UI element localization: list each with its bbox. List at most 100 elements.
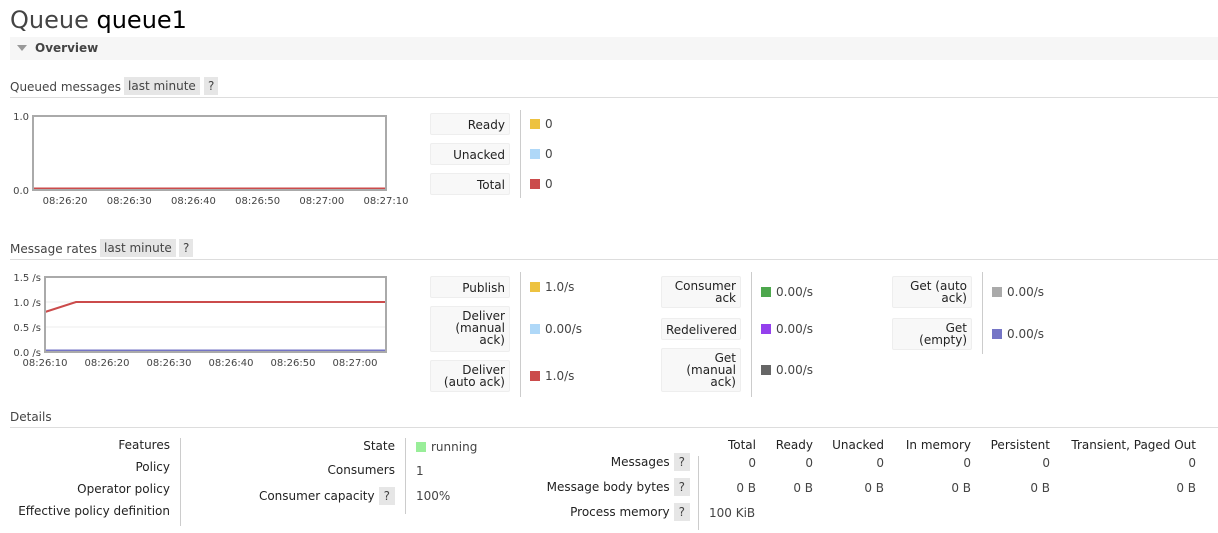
y-tick-label: 1.0 /s <box>13 298 41 309</box>
detail-label: Policy <box>135 460 170 474</box>
color-swatch-icon <box>530 179 540 189</box>
range-selector[interactable]: last minute <box>100 239 176 257</box>
row-label: Message body bytes? <box>547 478 690 496</box>
cell-value: 0 <box>876 456 884 470</box>
y-tick-label: 0.5 /s <box>13 323 41 334</box>
legend-value: 0.00/s <box>761 363 813 377</box>
legend-label: Total <box>430 173 510 195</box>
legend-value: 1.0/s <box>530 280 574 294</box>
legend-value: 0.00/s <box>761 285 813 299</box>
cell-value: 0 <box>1188 456 1196 470</box>
divider <box>405 438 406 514</box>
range-selector[interactable]: last minute <box>124 77 200 95</box>
divider <box>520 272 521 397</box>
x-tick-label: 08:26:40 <box>209 358 254 369</box>
detail-label: Effective policy definition <box>18 504 170 518</box>
y-tick-label: 1.5 /s <box>13 273 41 284</box>
row-label: Messages? <box>611 453 690 471</box>
status-indicator-icon <box>416 442 426 452</box>
legend-value: 0.00/s <box>530 322 582 336</box>
legend-value: 0 <box>530 147 553 161</box>
legend-value: 0.00/s <box>992 327 1044 341</box>
column-header: Ready <box>775 438 813 452</box>
row-label: Process memory? <box>570 503 690 521</box>
x-tick-label: 08:27:00 <box>333 358 378 369</box>
cell-value: 0 B <box>951 481 971 495</box>
capacity-label: Consumer capacity? <box>259 487 395 505</box>
plot-frame <box>32 115 387 191</box>
plot-frame <box>44 276 387 353</box>
cell-value: 0 <box>963 456 971 470</box>
cell-value: 0 <box>748 456 756 470</box>
y-tick-label: 1.0 <box>13 112 29 123</box>
column-header: Persistent <box>990 438 1050 452</box>
legend-value: 0.00/s <box>992 285 1044 299</box>
column-header: Unacked <box>832 438 884 452</box>
cell-value: 0 B <box>1176 481 1196 495</box>
color-swatch-icon <box>992 287 1002 297</box>
cell-value: 0 B <box>864 481 884 495</box>
y-tick-label: 0.0 <box>13 186 29 197</box>
x-tick-label: 08:26:20 <box>43 196 88 207</box>
help-button[interactable]: ? <box>673 478 690 496</box>
cell-value: 100 KiB <box>709 506 756 520</box>
x-tick-label: 08:27:10 <box>364 196 409 207</box>
legend-label: Deliver (manual ack) <box>430 306 510 352</box>
cell-value: 0 B <box>736 481 756 495</box>
legend-value: 0 <box>530 117 553 131</box>
x-tick-label: 08:26:30 <box>147 358 192 369</box>
x-tick-label: 08:26:20 <box>85 358 130 369</box>
legend-label: Redelivered <box>661 318 741 340</box>
x-tick-label: 08:27:00 <box>299 196 344 207</box>
state-value: running <box>416 440 477 454</box>
cell-value: 0 <box>1042 456 1050 470</box>
cell-value: 0 B <box>793 481 813 495</box>
queued-messages-header: Queued messages last minute ? <box>10 77 1218 98</box>
divider <box>751 272 752 397</box>
x-tick-label: 08:26:50 <box>271 358 316 369</box>
message-rates-header: Message rates last minute ? <box>10 239 1218 260</box>
divider <box>982 272 983 354</box>
help-button[interactable]: ? <box>378 487 395 505</box>
color-swatch-icon <box>761 365 771 375</box>
details-header: Details <box>10 407 1218 428</box>
x-tick-label: 08:26:50 <box>235 196 280 207</box>
legend-label: Publish <box>430 276 510 298</box>
color-swatch-icon <box>530 371 540 381</box>
queued-messages-chart: 0.0 1.0 08:26:20 08:26:30 08:26:40 08:26:50 08… <box>13 112 409 207</box>
divider <box>180 438 181 526</box>
color-swatch-icon <box>761 287 771 297</box>
x-tick-label: 08:26:30 <box>107 196 152 207</box>
page-title: Queue queue1 <box>10 6 187 34</box>
color-swatch-icon <box>530 119 540 129</box>
legend-label: Get (empty) <box>892 318 972 350</box>
legend-label: Consumer ack <box>661 276 741 308</box>
cell-value: 0 <box>805 456 813 470</box>
consumers-label: Consumers <box>327 463 395 477</box>
x-tick-label: 08:26:10 <box>23 358 68 369</box>
help-button[interactable]: ? <box>673 503 690 521</box>
color-swatch-icon <box>761 324 771 334</box>
help-button[interactable]: ? <box>179 239 194 257</box>
color-swatch-icon <box>530 282 540 292</box>
legend-label: Unacked <box>430 143 510 165</box>
legend-value: 0 <box>530 177 553 191</box>
consumers-value: 1 <box>416 464 424 478</box>
detail-label: Features <box>118 438 170 452</box>
x-tick-label: 08:26:40 <box>171 196 216 207</box>
help-button[interactable]: ? <box>673 453 690 471</box>
color-swatch-icon <box>530 324 540 334</box>
legend-label: Get (manual ack) <box>661 348 741 392</box>
legend-label: Deliver (auto ack) <box>430 360 510 392</box>
color-swatch-icon <box>530 149 540 159</box>
legend-label: Ready <box>430 113 510 135</box>
divider <box>520 110 521 198</box>
column-header: Transient, Paged Out <box>1071 438 1196 452</box>
legend-value: 1.0/s <box>530 369 574 383</box>
color-swatch-icon <box>992 329 1002 339</box>
detail-label: Operator policy <box>77 482 170 496</box>
overview-toggle[interactable]: Overview <box>10 37 1218 60</box>
column-header: Total <box>727 438 756 452</box>
help-button[interactable]: ? <box>204 77 219 95</box>
legend-value: 0.00/s <box>761 322 813 336</box>
